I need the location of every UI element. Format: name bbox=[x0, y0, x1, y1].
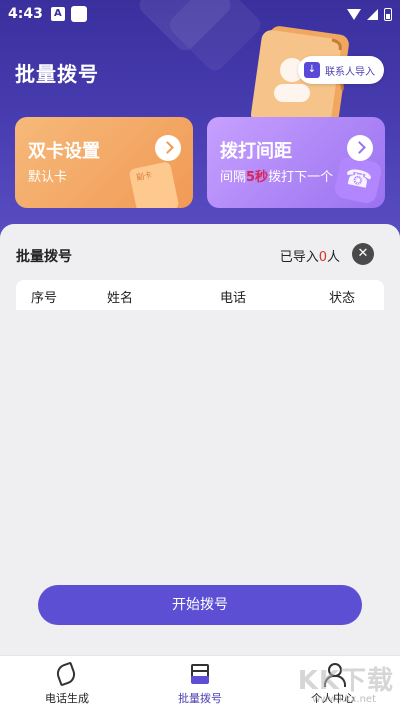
notification-a-icon: A bbox=[50, 7, 65, 21]
wifi-icon bbox=[347, 8, 361, 20]
status-time: 4:43 bbox=[8, 6, 43, 22]
layers-icon bbox=[191, 664, 209, 684]
column-header-status: 状态 bbox=[329, 291, 356, 306]
chevron-right-icon[interactable] bbox=[347, 135, 373, 161]
phone-icon bbox=[54, 661, 78, 687]
imported-prefix: 已导入 bbox=[279, 250, 319, 265]
watermark-url: www.kkx.net bbox=[312, 694, 376, 705]
dial-interval-card[interactable]: ☎ 拨打间距 间隔5秒拨打下一个 bbox=[207, 117, 385, 208]
column-header-phone: 电话 bbox=[220, 291, 247, 306]
chevron-right-icon[interactable] bbox=[155, 135, 181, 161]
notification-app-icon bbox=[70, 6, 87, 22]
imported-count: 已导入0人 bbox=[280, 246, 340, 265]
sim-card-icon bbox=[128, 161, 180, 208]
close-icon: ✕ bbox=[357, 246, 369, 261]
table-header: 序号 姓名 电话 状态 bbox=[16, 280, 384, 310]
dial-interval-title: 拨打间距 bbox=[220, 141, 292, 162]
imported-number: 0 bbox=[318, 250, 327, 265]
contact-import-label: 联系人导入 bbox=[325, 66, 375, 78]
imported-suffix: 人 bbox=[326, 250, 340, 265]
start-dialing-button[interactable]: 开始拨号 bbox=[38, 585, 362, 625]
nav-item-phone-generate[interactable]: 电话生成 bbox=[17, 661, 117, 706]
column-header-index: 序号 bbox=[31, 291, 58, 306]
column-header-name: 姓名 bbox=[107, 291, 134, 306]
phone-icon: ☎ bbox=[333, 155, 383, 205]
interval-prefix: 间隔 bbox=[220, 170, 247, 185]
nav-label: 电话生成 bbox=[45, 692, 89, 705]
dual-sim-card[interactable]: 双卡设置 默认卡 bbox=[15, 117, 193, 208]
list-title: 批量拨号 bbox=[16, 249, 72, 265]
interval-suffix: 拨打下一个 bbox=[268, 170, 334, 185]
nav-label: 批量拨号 bbox=[178, 692, 222, 705]
signal-icon bbox=[367, 8, 378, 20]
status-bar: 4:43 A bbox=[0, 0, 400, 28]
interval-value: 5秒 bbox=[246, 170, 269, 185]
dual-sim-title: 双卡设置 bbox=[28, 141, 100, 162]
contact-import-button[interactable]: ↓ 联系人导入 bbox=[298, 56, 384, 84]
watermark-logo: KK下载 bbox=[297, 666, 394, 696]
dual-sim-subtitle: 默认卡 bbox=[28, 170, 68, 185]
download-icon: ↓ bbox=[304, 62, 320, 78]
nav-item-batch-dial[interactable]: 批量拨号 bbox=[150, 662, 250, 706]
dial-interval-subtitle: 间隔5秒拨打下一个 bbox=[220, 166, 333, 185]
clear-list-button[interactable]: ✕ bbox=[352, 243, 374, 265]
battery-icon bbox=[384, 7, 392, 21]
page-title: 批量拨号 bbox=[15, 62, 99, 86]
